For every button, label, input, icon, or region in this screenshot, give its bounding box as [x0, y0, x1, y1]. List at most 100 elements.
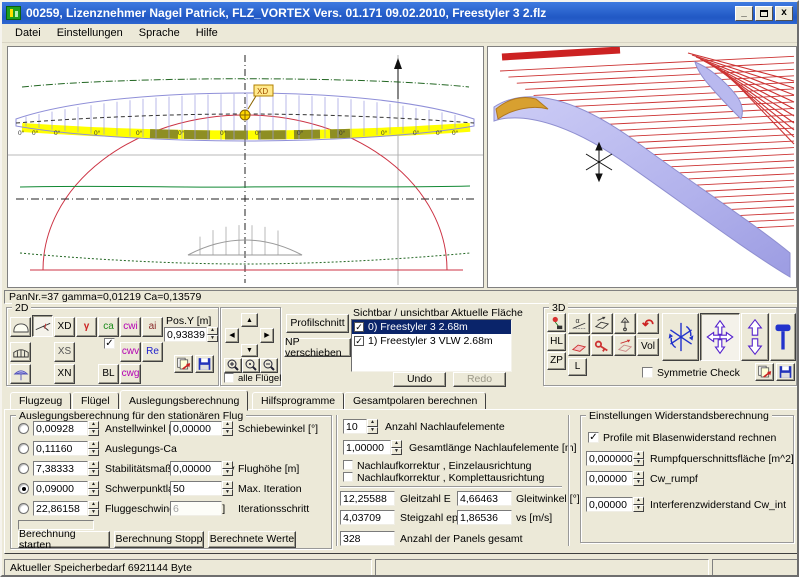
glider-view-button[interactable] — [32, 315, 53, 337]
max-iteration-spinner[interactable]: ▲▼ — [222, 481, 233, 496]
cw-rumpf-input[interactable]: 0,00000 — [586, 471, 633, 486]
radio-stabilitaetsmass[interactable] — [18, 463, 29, 474]
view-2d-panel[interactable]: 0°0°0°0°0°0°0°0°0°0°0°0°0°0° XD — [7, 46, 484, 288]
cwv-button[interactable]: cwv — [120, 342, 141, 362]
tab-flugzeug[interactable]: Flugzeug — [10, 392, 71, 410]
surface-visible-checkbox[interactable]: ✓ — [354, 322, 364, 332]
copy-2d-button[interactable] — [174, 355, 193, 373]
parasol-view-button[interactable] — [10, 364, 31, 384]
menu-datei[interactable]: Datei — [8, 25, 48, 41]
tab-hilfsprogramme[interactable]: Hilfsprogramme — [252, 392, 344, 410]
xd-button[interactable]: XD — [54, 317, 75, 337]
cwi-button[interactable]: cwi — [120, 317, 141, 337]
bl-button[interactable]: BL — [98, 364, 119, 384]
symmetry-check-checkbox[interactable]: Symmetrie Check — [642, 367, 740, 379]
ca-checkbox-box[interactable]: ✓ — [104, 338, 115, 349]
alpha-view-button[interactable]: α — [568, 313, 590, 334]
pan-left-button[interactable]: ◀ — [225, 328, 239, 343]
vol-button[interactable]: Vol — [637, 338, 659, 356]
nachlaufkorrektur-komplett-checkbox[interactable]: Nachlaufkorrektur , Komplettausrichtung — [343, 472, 544, 484]
save-3d-button[interactable] — [776, 363, 795, 381]
zoom-view-button[interactable] — [741, 313, 769, 361]
berechnung-stopp-button[interactable]: Berechnung Stopp — [114, 531, 204, 548]
surface-visible-checkbox[interactable]: ✓ — [354, 336, 364, 346]
cw-int-spinner[interactable]: ▲▼ — [633, 497, 644, 512]
panel-direction-button[interactable] — [614, 335, 636, 356]
anstellwinkel-spinner[interactable]: ▲▼ — [88, 421, 99, 436]
auslegungs-ca-input[interactable]: 0,11160 — [33, 441, 88, 456]
pan-down-button[interactable]: ▼ — [241, 344, 258, 357]
schiebewinkel-spinner[interactable]: ▲▼ — [222, 421, 233, 436]
save-2d-button[interactable] — [195, 355, 214, 373]
berechnete-werte-button[interactable]: Berechnete Werte — [208, 531, 296, 548]
stabilitaetsmass-input[interactable]: 7,38333 — [33, 461, 88, 476]
maximize-button[interactable] — [755, 6, 773, 21]
spin-up-icon[interactable]: ▲ — [207, 327, 218, 335]
fluggeschwindigkeit-spinner[interactable]: ▲▼ — [88, 501, 99, 516]
move-view-button[interactable] — [700, 313, 740, 361]
ai-button[interactable]: ai — [142, 317, 163, 337]
ca-checkbox[interactable]: ✓ — [104, 338, 115, 349]
pos-y-spinner[interactable]: ▲▼ — [207, 327, 218, 342]
gesamtlaenge-input[interactable]: 1,00000 — [343, 440, 391, 455]
all-wings-checkbox[interactable]: alle Flügel — [224, 373, 281, 384]
radio-fluggeschwindigkeit[interactable] — [18, 503, 29, 514]
pin-button[interactable] — [591, 335, 613, 356]
xn-button[interactable]: XN — [54, 364, 75, 384]
flower-marker-button[interactable] — [547, 313, 566, 332]
menu-hilfe[interactable]: Hilfe — [189, 25, 225, 41]
surface-listbox[interactable]: ✓ 0) Freestyler 3 2.68m ✓ 1) Freestyler … — [351, 319, 512, 372]
title-bar[interactable]: 00259, Lizenznehmer Nagel Patrick, FLZ_V… — [2, 2, 797, 24]
copy-3d-button[interactable] — [755, 363, 774, 381]
pan-right-button[interactable]: ▶ — [260, 328, 274, 343]
anzahl-nachlauf-spinner[interactable]: ▲▼ — [367, 419, 378, 434]
anstellwinkel-input[interactable]: 0,00928 — [33, 421, 88, 436]
max-iteration-input[interactable]: 50 — [170, 481, 222, 496]
cg-lift-button[interactable] — [614, 313, 636, 334]
cw-rumpf-spinner[interactable]: ▲▼ — [633, 471, 644, 486]
tab-gesamtpolaren[interactable]: Gesamtpolaren berechnen — [344, 392, 486, 410]
tab-fluegel[interactable]: Flügel — [72, 392, 119, 410]
rotate-view-button[interactable] — [662, 313, 699, 361]
profilschnitt-button[interactable]: Profilschnitt — [286, 314, 349, 333]
view-3d-panel[interactable] — [487, 46, 797, 288]
minimize-button[interactable]: _ — [735, 6, 753, 21]
re-button[interactable]: Re — [142, 342, 163, 362]
zp-button[interactable]: ZP — [547, 352, 566, 370]
undo-button[interactable]: Undo — [393, 372, 446, 387]
zoom-reset-button[interactable] — [242, 358, 260, 373]
xs-button[interactable]: XS — [54, 342, 75, 362]
fluggeschwindigkeit-input[interactable]: 22,86158 — [33, 501, 88, 516]
gesamtlaenge-spinner[interactable]: ▲▼ — [391, 440, 402, 455]
schwerpunktlage-input[interactable]: 0,09000 — [33, 481, 88, 496]
radio-schwerpunktlage[interactable] — [18, 483, 29, 494]
menu-einstellungen[interactable]: Einstellungen — [50, 25, 130, 41]
cw-int-input[interactable]: 0,00000 — [586, 497, 633, 512]
schwerpunktlage-spinner[interactable]: ▲▼ — [88, 481, 99, 496]
hl-button[interactable]: HL — [547, 333, 566, 351]
spin-down-icon[interactable]: ▼ — [207, 335, 218, 343]
l-button[interactable]: L — [568, 358, 587, 376]
flughoehe-input[interactable]: 0,00000 — [170, 461, 222, 476]
symmetry-checkbox-box[interactable] — [642, 367, 653, 378]
cwg-button[interactable]: cwg — [120, 364, 141, 384]
anzahl-nachlauf-input[interactable]: 10 — [343, 419, 367, 434]
menu-sprache[interactable]: Sprache — [132, 25, 187, 41]
redo-button[interactable]: Redo — [453, 372, 506, 387]
pan-up-button[interactable]: ▲ — [241, 313, 258, 327]
rebuild-button[interactable] — [770, 313, 796, 361]
panel-normals-button[interactable] — [568, 335, 590, 356]
blasenwiderstand-checkbox[interactable]: ✓ Profile mit Blasenwiderstand rechnen — [588, 432, 776, 444]
berechnung-starten-button[interactable]: Berechnung starten — [18, 531, 110, 548]
hangar-view-button[interactable] — [10, 342, 31, 362]
panel-flip-button[interactable] — [591, 313, 613, 334]
tab-auslegungsberechnung[interactable]: Auslegungsberechnung — [120, 390, 248, 411]
rumpfquerschnitt-input[interactable]: 0,000000 — [586, 451, 633, 466]
rumpfquerschnitt-spinner[interactable]: ▲▼ — [633, 451, 644, 466]
close-button[interactable]: x — [775, 6, 793, 21]
np-verschieben-button[interactable]: NP verschieben — [284, 338, 351, 357]
ca-button[interactable]: ca — [98, 317, 119, 337]
wing-front-view-button[interactable] — [10, 317, 31, 337]
all-wings-checkbox-box[interactable] — [224, 373, 234, 383]
gamma-button[interactable]: γ — [76, 317, 97, 337]
